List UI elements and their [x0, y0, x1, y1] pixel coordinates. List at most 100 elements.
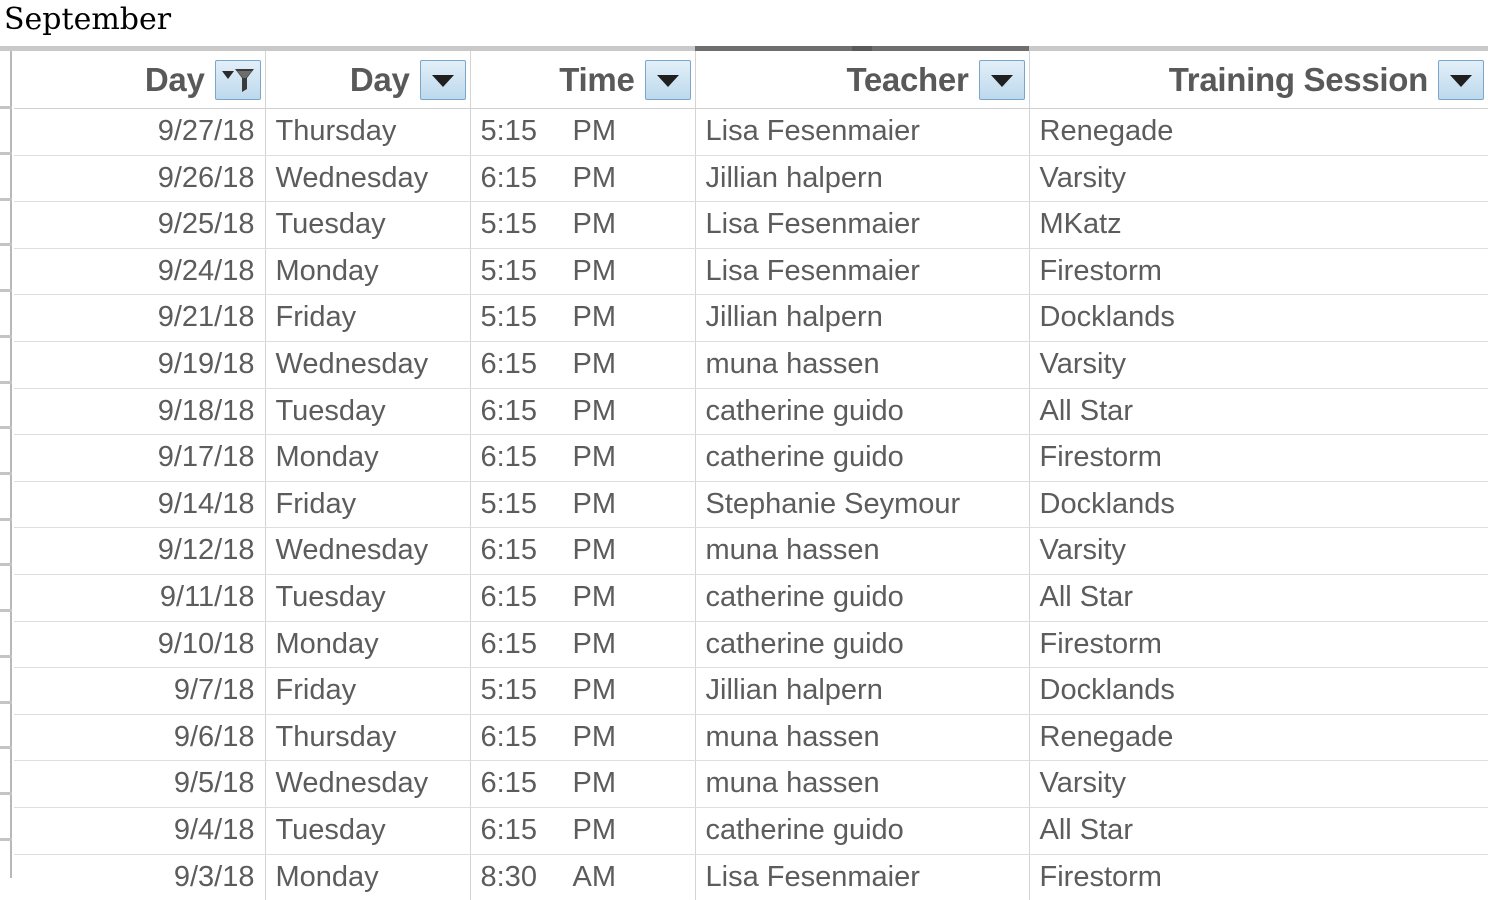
cell-session[interactable]: Varsity — [1029, 761, 1488, 808]
cell-session[interactable]: Docklands — [1029, 668, 1488, 715]
cell-day[interactable]: Monday — [265, 621, 470, 668]
cell-date[interactable]: 9/4/18 — [14, 807, 265, 854]
cell-time[interactable]: 5:15PM — [470, 202, 695, 249]
filter-funnel-icon[interactable] — [215, 60, 261, 100]
cell-teacher[interactable]: Stephanie Seymour — [695, 481, 1029, 528]
table-row[interactable]: 9/12/18Wednesday6:15PMmuna hassenVarsity — [14, 528, 1488, 575]
cell-date[interactable]: 9/3/18 — [14, 854, 265, 900]
cell-time[interactable]: 5:15PM — [470, 109, 695, 156]
cell-teacher[interactable]: catherine guido — [695, 435, 1029, 482]
cell-date[interactable]: 9/5/18 — [14, 761, 265, 808]
cell-teacher[interactable]: Jillian halpern — [695, 295, 1029, 342]
cell-date[interactable]: 9/24/18 — [14, 248, 265, 295]
cell-time[interactable]: 6:15PM — [470, 714, 695, 761]
cell-date[interactable]: 9/26/18 — [14, 155, 265, 202]
cell-day[interactable]: Thursday — [265, 109, 470, 156]
table-row[interactable]: 9/10/18Monday6:15PMcatherine guidoFirest… — [14, 621, 1488, 668]
cell-session[interactable]: Renegade — [1029, 109, 1488, 156]
table-row[interactable]: 9/18/18Tuesday6:15PMcatherine guidoAll S… — [14, 388, 1488, 435]
cell-day[interactable]: Thursday — [265, 714, 470, 761]
cell-date[interactable]: 9/18/18 — [14, 388, 265, 435]
cell-teacher[interactable]: catherine guido — [695, 574, 1029, 621]
table-row[interactable]: 9/21/18Friday5:15PMJillian halpernDockla… — [14, 295, 1488, 342]
cell-session[interactable]: Firestorm — [1029, 248, 1488, 295]
cell-session[interactable]: Docklands — [1029, 481, 1488, 528]
chevron-down-icon[interactable] — [1438, 60, 1484, 100]
cell-day[interactable]: Tuesday — [265, 202, 470, 249]
cell-session[interactable]: All Star — [1029, 574, 1488, 621]
cell-teacher[interactable]: Lisa Fesenmaier — [695, 202, 1029, 249]
cell-session[interactable]: All Star — [1029, 807, 1488, 854]
cell-teacher[interactable]: Jillian halpern — [695, 155, 1029, 202]
cell-teacher[interactable]: muna hassen — [695, 528, 1029, 575]
cell-day[interactable]: Friday — [265, 481, 470, 528]
cell-teacher[interactable]: Lisa Fesenmaier — [695, 109, 1029, 156]
cell-day[interactable]: Tuesday — [265, 574, 470, 621]
column-header-teacher[interactable]: Teacher — [695, 51, 1029, 109]
table-row[interactable]: 9/6/18Thursday6:15PMmuna hassenRenegade — [14, 714, 1488, 761]
cell-date[interactable]: 9/6/18 — [14, 714, 265, 761]
cell-date[interactable]: 9/25/18 — [14, 202, 265, 249]
cell-time[interactable]: 6:15PM — [470, 155, 695, 202]
cell-time[interactable]: 6:15PM — [470, 435, 695, 482]
table-row[interactable]: 9/26/18Wednesday6:15PMJillian halpernVar… — [14, 155, 1488, 202]
cell-teacher[interactable]: catherine guido — [695, 621, 1029, 668]
table-row[interactable]: 9/17/18Monday6:15PMcatherine guidoFirest… — [14, 435, 1488, 482]
cell-teacher[interactable]: catherine guido — [695, 388, 1029, 435]
cell-time[interactable]: 8:30AM — [470, 854, 695, 900]
cell-time[interactable]: 6:15PM — [470, 574, 695, 621]
cell-day[interactable]: Wednesday — [265, 155, 470, 202]
cell-day[interactable]: Monday — [265, 435, 470, 482]
cell-time[interactable]: 6:15PM — [470, 621, 695, 668]
cell-date[interactable]: 9/21/18 — [14, 295, 265, 342]
chevron-down-icon[interactable] — [420, 60, 466, 100]
cell-date[interactable]: 9/19/18 — [14, 341, 265, 388]
cell-session[interactable]: All Star — [1029, 388, 1488, 435]
table-row[interactable]: 9/19/18Wednesday6:15PMmuna hassenVarsity — [14, 341, 1488, 388]
cell-date[interactable]: 9/17/18 — [14, 435, 265, 482]
cell-teacher[interactable]: Lisa Fesenmaier — [695, 248, 1029, 295]
cell-session[interactable]: MKatz — [1029, 202, 1488, 249]
cell-date[interactable]: 9/10/18 — [14, 621, 265, 668]
cell-time[interactable]: 6:15PM — [470, 807, 695, 854]
chevron-down-icon[interactable] — [979, 60, 1025, 100]
cell-session[interactable]: Varsity — [1029, 341, 1488, 388]
cell-time[interactable]: 6:15PM — [470, 388, 695, 435]
cell-teacher[interactable]: muna hassen — [695, 714, 1029, 761]
column-header-training-session[interactable]: Training Session — [1029, 51, 1488, 109]
cell-day[interactable]: Wednesday — [265, 761, 470, 808]
cell-day[interactable]: Friday — [265, 295, 470, 342]
cell-date[interactable]: 9/12/18 — [14, 528, 265, 575]
column-header-time[interactable]: Time — [470, 51, 695, 109]
cell-teacher[interactable]: muna hassen — [695, 761, 1029, 808]
cell-day[interactable]: Tuesday — [265, 807, 470, 854]
cell-time[interactable]: 5:15PM — [470, 481, 695, 528]
cell-time[interactable]: 5:15PM — [470, 295, 695, 342]
cell-session[interactable]: Firestorm — [1029, 854, 1488, 900]
table-row[interactable]: 9/24/18Monday5:15PMLisa FesenmaierFirest… — [14, 248, 1488, 295]
cell-date[interactable]: 9/14/18 — [14, 481, 265, 528]
row-header-gutter[interactable] — [0, 51, 12, 878]
cell-time[interactable]: 6:15PM — [470, 528, 695, 575]
table-row[interactable]: 9/27/18Thursday5:15PMLisa FesenmaierRene… — [14, 109, 1488, 156]
cell-teacher[interactable]: Jillian halpern — [695, 668, 1029, 715]
table-row[interactable]: 9/14/18Friday5:15PMStephanie SeymourDock… — [14, 481, 1488, 528]
cell-time[interactable]: 6:15PM — [470, 341, 695, 388]
cell-teacher[interactable]: Lisa Fesenmaier — [695, 854, 1029, 900]
table-row[interactable]: 9/5/18Wednesday6:15PMmuna hassenVarsity — [14, 761, 1488, 808]
column-header-date[interactable]: Day — [14, 51, 265, 109]
cell-teacher[interactable]: muna hassen — [695, 341, 1029, 388]
cell-session[interactable]: Varsity — [1029, 528, 1488, 575]
cell-day[interactable]: Wednesday — [265, 528, 470, 575]
cell-session[interactable]: Varsity — [1029, 155, 1488, 202]
table-row[interactable]: 9/11/18Tuesday6:15PMcatherine guidoAll S… — [14, 574, 1488, 621]
cell-date[interactable]: 9/27/18 — [14, 109, 265, 156]
cell-time[interactable]: 6:15PM — [470, 761, 695, 808]
table-row[interactable]: 9/4/18Tuesday6:15PMcatherine guidoAll St… — [14, 807, 1488, 854]
cell-date[interactable]: 9/11/18 — [14, 574, 265, 621]
chevron-down-icon[interactable] — [645, 60, 691, 100]
table-row[interactable]: 9/7/18Friday5:15PMJillian halpernDocklan… — [14, 668, 1488, 715]
column-header-day[interactable]: Day — [265, 51, 470, 109]
cell-day[interactable]: Friday — [265, 668, 470, 715]
cell-session[interactable]: Renegade — [1029, 714, 1488, 761]
